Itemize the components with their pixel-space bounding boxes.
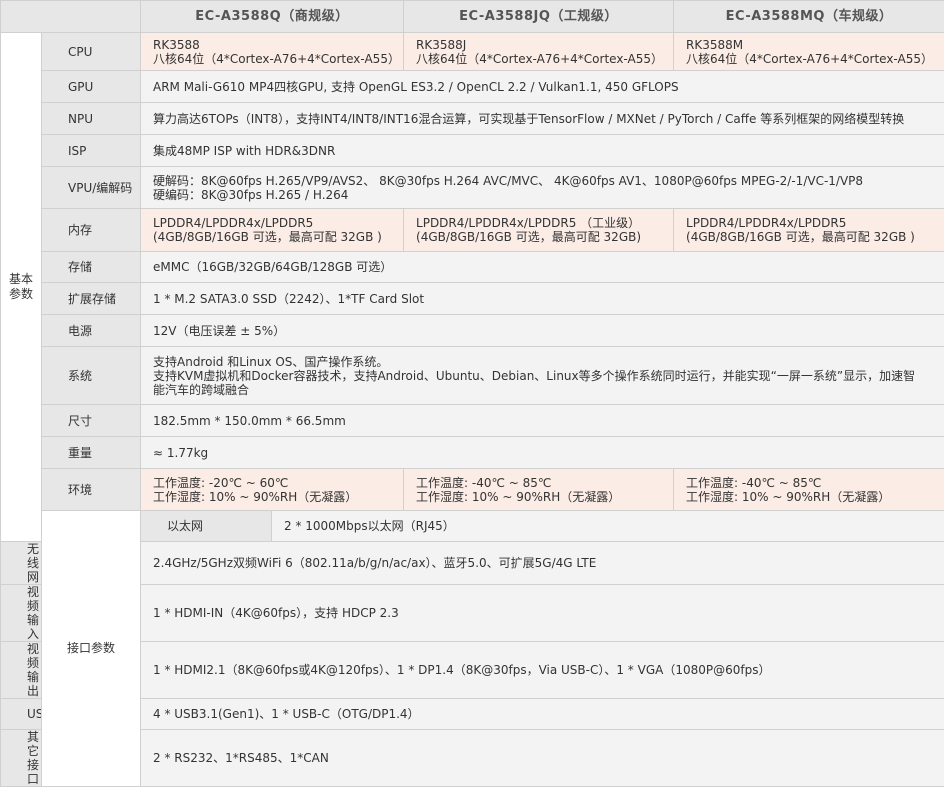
cpu-q-cores: 八核64位（4*Cortex-A76+4*Cortex-A55）	[153, 52, 397, 66]
memory-q-type: LPDDR4/LPDDR4x/LPDDR5	[153, 216, 397, 230]
value-isp: 集成48MP ISP with HDR&3DNR	[141, 135, 944, 167]
cpu-mq-model: RK3588M	[686, 38, 938, 52]
row-storage: 存储 eMMC（16GB/32GB/64GB/128GB 可选）	[1, 252, 944, 283]
system-line-3: 能汽车的跨域融合	[153, 383, 938, 397]
row-wireless: 无线网 2.4GHz/5GHz双频WiFi 6（802.11a/b/g/n/ac…	[1, 542, 944, 585]
label-usb: USB	[1, 699, 42, 730]
value-expansion: 1 * M.2 SATA3.0 SSD（2242）、1*TF Card Slot	[141, 283, 944, 315]
value-power: 12V（电压误差 ± 5%）	[141, 315, 944, 347]
value-wireless: 2.4GHz/5GHz双频WiFi 6（802.11a/b/g/n/ac/ax）…	[141, 542, 944, 585]
label-power: 电源	[42, 315, 141, 347]
env-mq-humidity: 工作湿度: 10% ~ 90%RH（无凝露）	[686, 490, 938, 504]
env-q-humidity: 工作湿度: 10% ~ 90%RH（无凝露）	[153, 490, 397, 504]
env-jq-humidity: 工作湿度: 10% ~ 90%RH（无凝露）	[416, 490, 667, 504]
row-video-in: 视频输入 1 * HDMI-IN（4K@60fps），支持 HDCP 2.3	[1, 585, 944, 642]
header-corner	[1, 1, 141, 33]
header-model-mq: EC-A3588MQ（车规级）	[674, 1, 944, 33]
env-jq: 工作温度: -40℃ ~ 85℃ 工作湿度: 10% ~ 90%RH（无凝露）	[404, 469, 674, 511]
row-vpu: VPU/编解码 硬解码：8K@60fps H.265/VP9/AVS2、 8K@…	[1, 167, 944, 209]
value-vpu: 硬解码：8K@60fps H.265/VP9/AVS2、 8K@30fps H.…	[141, 167, 944, 209]
env-mq-temp: 工作温度: -40℃ ~ 85℃	[686, 476, 938, 490]
cpu-q-model: RK3588	[153, 38, 397, 52]
label-expansion: 扩展存储	[42, 283, 141, 315]
header-row: EC-A3588Q（商规级） EC-A3588JQ（工规级） EC-A3588M…	[1, 1, 944, 33]
label-npu: NPU	[42, 103, 141, 135]
system-line-1: 支持Android 和Linux OS、国产操作系统。	[153, 355, 938, 369]
row-usb: USB 4 * USB3.1(Gen1)、1 * USB-C（OTG/DP1.4…	[1, 699, 944, 730]
cpu-q: RK3588 八核64位（4*Cortex-A76+4*Cortex-A55）	[141, 33, 404, 71]
label-video-out: 视频输出	[1, 642, 42, 699]
spec-table: EC-A3588Q（商规级） EC-A3588JQ（工规级） EC-A3588M…	[0, 0, 944, 787]
memory-q-capacity: (4GB/8GB/16GB 可选，最高可配 32GB )	[153, 230, 397, 244]
row-other: 其它接口 2 * RS232、1*RS485、1*CAN	[1, 730, 944, 787]
label-storage: 存储	[42, 252, 141, 283]
vpu-decode: 硬解码：8K@60fps H.265/VP9/AVS2、 8K@30fps H.…	[153, 174, 938, 188]
memory-jq: LPDDR4/LPDDR4x/LPDDR5 （工业级） (4GB/8GB/16G…	[404, 209, 674, 252]
label-memory: 内存	[42, 209, 141, 252]
memory-mq-capacity: (4GB/8GB/16GB 可选，最高可配 32GB )	[686, 230, 938, 244]
row-video-out: 视频输出 1 * HDMI2.1（8K@60fps或4K@120fps）、1 *…	[1, 642, 944, 699]
label-cpu: CPU	[42, 33, 141, 71]
env-q-temp: 工作温度: -20℃ ~ 60℃	[153, 476, 397, 490]
memory-q: LPDDR4/LPDDR4x/LPDDR5 (4GB/8GB/16GB 可选，最…	[141, 209, 404, 252]
label-vpu: VPU/编解码	[42, 167, 141, 209]
cpu-jq: RK3588J 八核64位（4*Cortex-A76+4*Cortex-A55）	[404, 33, 674, 71]
row-memory: 内存 LPDDR4/LPDDR4x/LPDDR5 (4GB/8GB/16GB 可…	[1, 209, 944, 252]
memory-mq: LPDDR4/LPDDR4x/LPDDR5 (4GB/8GB/16GB 可选，最…	[674, 209, 944, 252]
value-weight: ≈ 1.77kg	[141, 437, 944, 469]
label-video-in: 视频输入	[1, 585, 42, 642]
row-isp: ISP 集成48MP ISP with HDR&3DNR	[1, 135, 944, 167]
label-gpu: GPU	[42, 71, 141, 103]
env-jq-temp: 工作温度: -40℃ ~ 85℃	[416, 476, 667, 490]
label-weight: 重量	[42, 437, 141, 469]
row-ethernet: 接口参数 以太网 2 * 1000Mbps以太网（RJ45）	[1, 511, 944, 542]
row-gpu: GPU ARM Mali-G610 MP4四核GPU, 支持 OpenGL ES…	[1, 71, 944, 103]
value-video-in: 1 * HDMI-IN（4K@60fps），支持 HDCP 2.3	[141, 585, 944, 642]
category-interface: 接口参数	[42, 511, 141, 787]
label-system: 系统	[42, 347, 141, 405]
value-storage: eMMC（16GB/32GB/64GB/128GB 可选）	[141, 252, 944, 283]
label-wireless: 无线网	[1, 542, 42, 585]
row-weight: 重量 ≈ 1.77kg	[1, 437, 944, 469]
header-model-q: EC-A3588Q（商规级）	[141, 1, 404, 33]
row-power: 电源 12V（电压误差 ± 5%）	[1, 315, 944, 347]
value-size: 182.5mm * 150.0mm * 66.5mm	[141, 405, 944, 437]
value-video-out: 1 * HDMI2.1（8K@60fps或4K@120fps）、1 * DP1.…	[141, 642, 944, 699]
system-line-2: 支持KVM虚拟机和Docker容器技术，支持Android、Ubuntu、Deb…	[153, 369, 938, 383]
value-system: 支持Android 和Linux OS、国产操作系统。 支持KVM虚拟机和Doc…	[141, 347, 944, 405]
row-npu: NPU 算力高达6TOPs（INT8），支持INT4/INT8/INT16混合运…	[1, 103, 944, 135]
row-size: 尺寸 182.5mm * 150.0mm * 66.5mm	[1, 405, 944, 437]
env-q: 工作温度: -20℃ ~ 60℃ 工作湿度: 10% ~ 90%RH（无凝露）	[141, 469, 404, 511]
header-model-jq: EC-A3588JQ（工规级）	[404, 1, 674, 33]
env-mq: 工作温度: -40℃ ~ 85℃ 工作湿度: 10% ~ 90%RH（无凝露）	[674, 469, 944, 511]
cpu-jq-model: RK3588J	[416, 38, 667, 52]
row-system: 系统 支持Android 和Linux OS、国产操作系统。 支持KVM虚拟机和…	[1, 347, 944, 405]
label-ethernet: 以太网	[141, 511, 272, 542]
cpu-mq-cores: 八核64位（4*Cortex-A76+4*Cortex-A55）	[686, 52, 938, 66]
cpu-jq-cores: 八核64位（4*Cortex-A76+4*Cortex-A55）	[416, 52, 667, 66]
category-basic: 基本参数	[1, 33, 42, 542]
label-other: 其它接口	[1, 730, 42, 787]
memory-jq-capacity: (4GB/8GB/16GB 可选，最高可配 32GB)	[416, 230, 667, 244]
cpu-mq: RK3588M 八核64位（4*Cortex-A76+4*Cortex-A55）	[674, 33, 944, 71]
value-other: 2 * RS232、1*RS485、1*CAN	[141, 730, 944, 787]
row-expansion: 扩展存储 1 * M.2 SATA3.0 SSD（2242）、1*TF Card…	[1, 283, 944, 315]
value-gpu: ARM Mali-G610 MP4四核GPU, 支持 OpenGL ES3.2 …	[141, 71, 944, 103]
value-npu: 算力高达6TOPs（INT8），支持INT4/INT8/INT16混合运算，可实…	[141, 103, 944, 135]
vpu-encode: 硬编码：8K@30fps H.265 / H.264	[153, 188, 938, 202]
label-env: 环境	[42, 469, 141, 511]
row-env: 环境 工作温度: -20℃ ~ 60℃ 工作湿度: 10% ~ 90%RH（无凝…	[1, 469, 944, 511]
value-usb: 4 * USB3.1(Gen1)、1 * USB-C（OTG/DP1.4）	[141, 699, 944, 730]
row-cpu: 基本参数 CPU RK3588 八核64位（4*Cortex-A76+4*Cor…	[1, 33, 944, 71]
value-ethernet: 2 * 1000Mbps以太网（RJ45）	[272, 511, 944, 542]
label-size: 尺寸	[42, 405, 141, 437]
label-isp: ISP	[42, 135, 141, 167]
memory-mq-type: LPDDR4/LPDDR4x/LPDDR5	[686, 216, 938, 230]
memory-jq-type: LPDDR4/LPDDR4x/LPDDR5 （工业级）	[416, 216, 667, 230]
